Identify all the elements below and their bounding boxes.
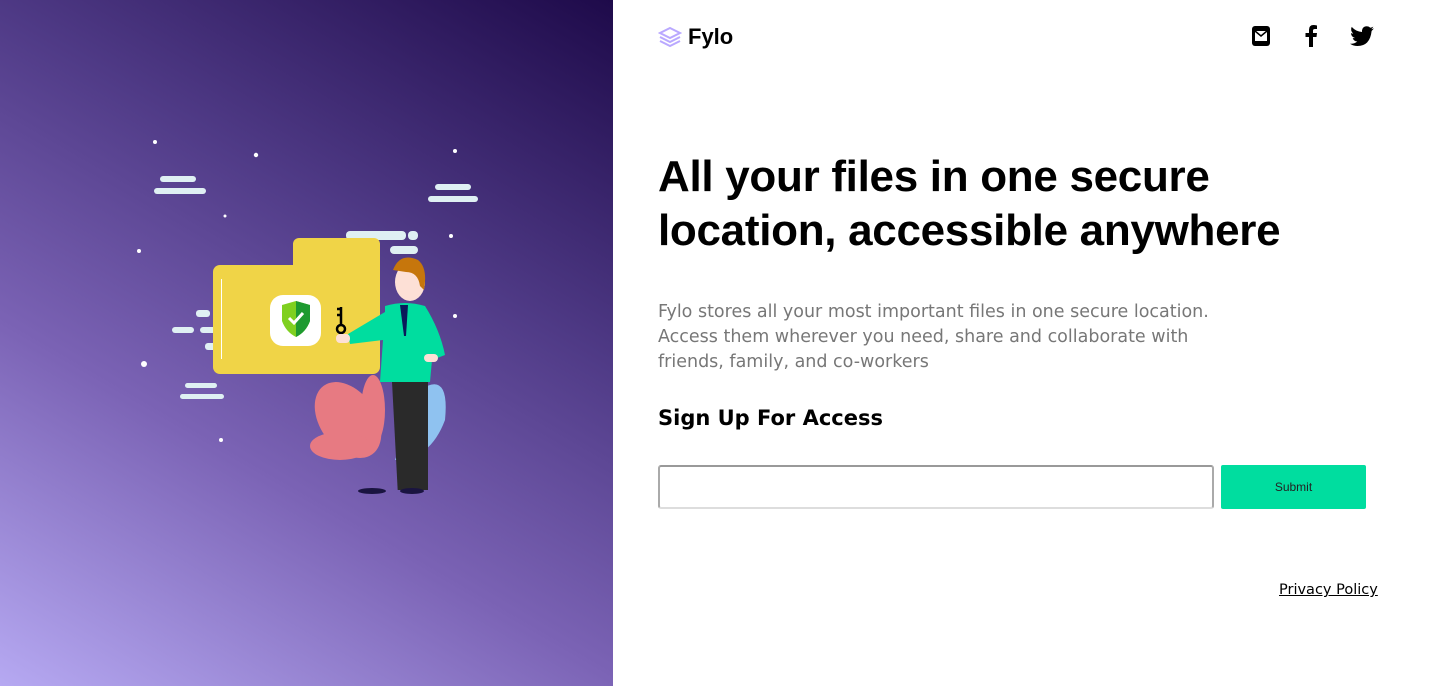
hero-description: Fylo stores all your most important file… <box>658 302 1209 372</box>
signup-heading: Sign Up For Access <box>658 406 883 430</box>
layers-icon <box>658 26 682 48</box>
email-icon <box>1252 26 1270 46</box>
twitter-link[interactable] <box>1350 24 1374 48</box>
secure-folder-illustration <box>137 140 478 494</box>
facebook-icon <box>1305 25 1317 47</box>
privacy-policy-link[interactable]: Privacy Policy <box>1279 582 1378 598</box>
hero-title: All your files in one secure location, a… <box>658 152 1281 255</box>
submit-button[interactable]: Submit <box>1221 465 1366 509</box>
facebook-link[interactable] <box>1299 24 1323 48</box>
hero-illustration-panel <box>0 0 613 686</box>
email-input[interactable] <box>658 465 1214 509</box>
brand-name: Fylo <box>688 24 734 49</box>
folder <box>213 238 380 374</box>
twitter-icon <box>1350 26 1374 46</box>
brand-logo[interactable]: Fylo <box>658 24 733 50</box>
content-panel: Fylo All your files in one secure locati… <box>613 0 1435 686</box>
email-link[interactable] <box>1249 24 1273 48</box>
